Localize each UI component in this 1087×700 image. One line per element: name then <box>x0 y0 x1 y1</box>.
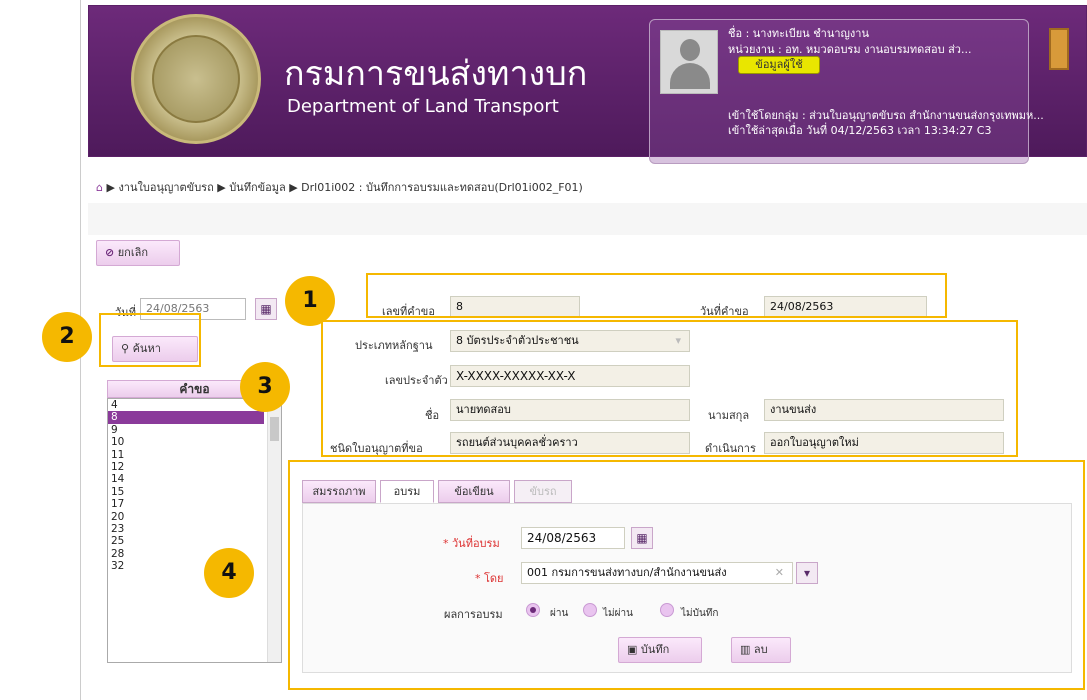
logout-door-icon[interactable] <box>1049 28 1069 70</box>
list-item[interactable]: 15 <box>108 486 281 498</box>
scrollbar[interactable] <box>267 399 281 662</box>
list-item[interactable]: 12 <box>108 461 281 473</box>
user-info-button[interactable]: ข้อมูลผู้ใช้ <box>738 56 820 74</box>
list-item[interactable]: 32 <box>108 560 281 572</box>
list-item[interactable]: 25 <box>108 535 281 547</box>
request-list[interactable]: 4 8 9 10 11 12 14 15 17 20 23 25 28 32 <box>107 398 282 663</box>
list-item[interactable]: 20 <box>108 511 281 523</box>
callout-box-3 <box>321 320 1018 457</box>
callout-number-2: 2 <box>42 312 92 362</box>
dlt-logo <box>131 14 261 144</box>
callout-number-3: 3 <box>240 362 290 412</box>
home-icon[interactable]: ⌂ <box>96 181 103 194</box>
list-item[interactable]: 9 <box>108 424 281 436</box>
brand-title-en: Department of Land Transport <box>287 96 559 117</box>
calendar-icon[interactable]: ▦ <box>255 298 277 320</box>
breadcrumb: ⌂ ▶ งานใบอนุญาตขับรถ ▶ บันทึกข้อมูล ▶ Dr… <box>96 178 583 196</box>
cancel-icon: ⊘ <box>105 246 115 259</box>
list-item[interactable]: 28 <box>108 548 281 560</box>
avatar <box>660 30 718 94</box>
list-item[interactable]: 8 <box>108 411 264 424</box>
callout-number-4: 4 <box>204 548 254 598</box>
brand-title-th: กรมการขนส่งทางบก <box>284 54 588 94</box>
breadcrumb-text[interactable]: ▶ งานใบอนุญาตขับรถ ▶ บันทึกข้อมูล ▶ Drl0… <box>106 181 582 194</box>
list-item[interactable]: 11 <box>108 449 281 461</box>
cancel-label: ยกเลิก <box>117 246 148 259</box>
list-item[interactable]: 17 <box>108 498 281 510</box>
callout-box-1 <box>366 273 947 318</box>
app-header: กรมการขนส่งทางบก Department of Land Tran… <box>88 5 1087 164</box>
list-item[interactable]: 14 <box>108 473 281 485</box>
cancel-button[interactable]: ⊘ ยกเลิก <box>96 240 180 266</box>
user-panel: ชื่อ : นางทะเบียน ชำนาญงาน หน่วยงาน : อท… <box>649 19 1044 164</box>
callout-box-4 <box>288 460 1085 690</box>
callout-box-2 <box>99 313 201 367</box>
content-strip <box>88 203 1087 235</box>
callout-number-1: 1 <box>285 276 335 326</box>
list-item[interactable]: 23 <box>108 523 281 535</box>
last-login: เข้าใช้ล่าสุดเมื่อ วันที่ 04/12/2563 เวล… <box>728 124 992 137</box>
list-item[interactable]: 10 <box>108 436 281 448</box>
